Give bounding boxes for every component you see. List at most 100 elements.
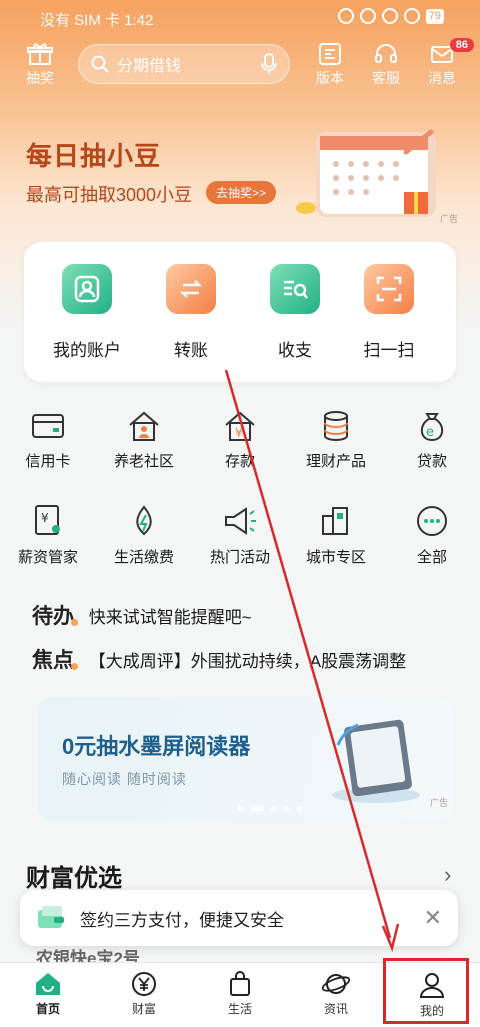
svg-text:e: e (426, 425, 434, 440)
status-icons: 79 (337, 8, 444, 24)
calendar-illustration[interactable] (296, 112, 446, 222)
version-button[interactable]: 版本 (308, 42, 352, 88)
account-icon (62, 264, 112, 314)
tab-label: 财富 (131, 1002, 156, 1016)
income-expense-icon (270, 264, 320, 314)
quick-action-scan[interactable]: 扫一扫 (346, 264, 432, 361)
focus-tag: 焦点 (32, 649, 74, 672)
carousel-indicator (238, 806, 302, 811)
svg-text:¥: ¥ (41, 511, 49, 525)
top-header: 抽奖 分期借钱 版本 客服 消息 86 (0, 38, 480, 94)
tab-life[interactable]: 生活 (192, 971, 288, 1017)
quick-actions-card: 我的账户 转账 收支 扫一扫 (24, 242, 456, 382)
alarm-icon (359, 8, 376, 24)
banner-title: 0元抽水墨屏阅读器 (62, 734, 251, 759)
shopping-bag-icon (230, 971, 250, 996)
salary-icon: ¥ (35, 505, 60, 535)
service-label: 理财产品 (305, 453, 366, 470)
tab-news[interactable]: 资讯 (288, 971, 384, 1017)
banner-ad-tag: 广告 (429, 798, 448, 808)
battery-icon: 79 (425, 8, 444, 24)
yuan-icon (132, 972, 156, 996)
gift-icon (27, 43, 53, 65)
service-label: 贷款 (416, 453, 447, 470)
e-reader-illustration (332, 719, 420, 803)
toast-text: 签约三方支付，便捷又安全 (80, 910, 284, 930)
headset-icon (375, 44, 397, 63)
tab-home[interactable]: 首页 (0, 971, 96, 1017)
wealth-product-icon (324, 411, 348, 441)
todo-notice[interactable]: 待办 快来试试智能提醒吧~ (32, 600, 252, 630)
service-label: 客服 (372, 70, 400, 86)
promo-subtitle: 最高可抽取3000小豆 (26, 185, 193, 205)
tab-label: 首页 (35, 1002, 60, 1016)
focus-text: 【大成周评】外围扰动持续，A股震荡调整 (88, 652, 407, 671)
todo-tag: 待办 (32, 605, 74, 628)
service-wealth-products[interactable]: 理财产品 (288, 410, 384, 471)
utility-payment-icon (136, 505, 152, 536)
tab-label: 我的 (419, 1004, 444, 1018)
city-icon (322, 507, 348, 535)
wallet-icon (38, 906, 64, 928)
version-icon (319, 43, 341, 65)
service-label: 生活缴费 (113, 549, 174, 566)
status-bar: 没有 SIM 卡 1:42 79 (0, 0, 480, 36)
planet-icon (321, 974, 351, 994)
chevron-right-icon[interactable]: › (444, 862, 451, 888)
service-elderly-community[interactable]: 养老社区 (96, 410, 192, 471)
service-city-zone[interactable]: 城市专区 (288, 504, 384, 567)
lottery-button[interactable]: 抽奖 (18, 42, 62, 88)
focus-notice[interactable]: 焦点 【大成周评】外围扰动持续，A股震荡调整 (32, 644, 406, 674)
tab-mine[interactable]: 我的 (384, 971, 480, 1019)
quick-action-my-account[interactable]: 我的账户 (44, 264, 130, 361)
search-input[interactable]: 分期借钱 (78, 44, 290, 84)
service-deposit[interactable]: ¥ 存款 (192, 410, 288, 471)
message-label: 消息 (428, 70, 456, 86)
version-label: 版本 (316, 70, 344, 86)
service-loan[interactable]: e 贷款 (384, 410, 480, 471)
messages-button[interactable]: 消息 86 (420, 38, 474, 88)
service-label: 全部 (416, 549, 447, 566)
promo-lottery-button[interactable]: 去抽奖>> (206, 181, 277, 204)
tab-wealth[interactable]: 财富 (96, 971, 192, 1017)
todo-text: 快来试试智能提醒吧~ (88, 608, 252, 627)
search-icon (91, 55, 109, 73)
service-credit-card[interactable]: 信用卡 (0, 410, 96, 471)
status-time: 没有 SIM 卡 1:42 (40, 12, 154, 29)
search-placeholder: 分期借钱 (117, 58, 182, 75)
quick-action-label: 我的账户 (53, 341, 121, 360)
payment-toast[interactable]: 签约三方支付，便捷又安全 ✕ (20, 890, 458, 946)
quick-action-income-expense[interactable]: 收支 (252, 264, 338, 361)
credit-card-icon (32, 414, 64, 438)
scan-icon (364, 264, 414, 314)
customer-service-button[interactable]: 客服 (364, 42, 408, 88)
tab-label: 资讯 (323, 1002, 348, 1016)
loan-icon: e (420, 413, 444, 442)
quick-action-label: 转账 (174, 341, 208, 360)
home-icon (36, 973, 60, 995)
service-label: 存款 (224, 453, 255, 470)
promo-banner[interactable]: 0元抽水墨屏阅读器 随心阅读 随时阅读 广告 (38, 697, 454, 821)
service-label: 热门活动 (209, 549, 270, 566)
lottery-label: 抽奖 (26, 70, 54, 86)
quick-action-transfer[interactable]: 转账 (148, 264, 234, 361)
banner-subtitle: 随心阅读 随时阅读 (62, 771, 187, 787)
service-utility-payment[interactable]: 生活缴费 (96, 504, 192, 567)
elderly-community-icon (129, 411, 159, 441)
tab-label: 生活 (227, 1002, 252, 1016)
bottom-tab-bar: 首页 财富 生活 资讯 我的 (0, 962, 480, 1027)
service-label: 养老社区 (113, 453, 174, 470)
service-hot-activities[interactable]: 热门活动 (192, 504, 288, 567)
promo-ad-tag: 广告 (440, 214, 459, 224)
close-icon[interactable]: ✕ (424, 905, 442, 931)
eye-icon (337, 8, 354, 24)
message-badge: 86 (449, 38, 474, 52)
transfer-icon (166, 264, 216, 314)
deposit-icon: ¥ (225, 411, 255, 441)
more-icon (417, 506, 447, 536)
service-label: 信用卡 (25, 453, 71, 470)
service-salary[interactable]: ¥ 薪资管家 (0, 504, 96, 567)
service-all[interactable]: 全部 (384, 504, 480, 567)
service-label: 城市专区 (305, 549, 366, 566)
microphone-icon[interactable] (261, 53, 277, 75)
